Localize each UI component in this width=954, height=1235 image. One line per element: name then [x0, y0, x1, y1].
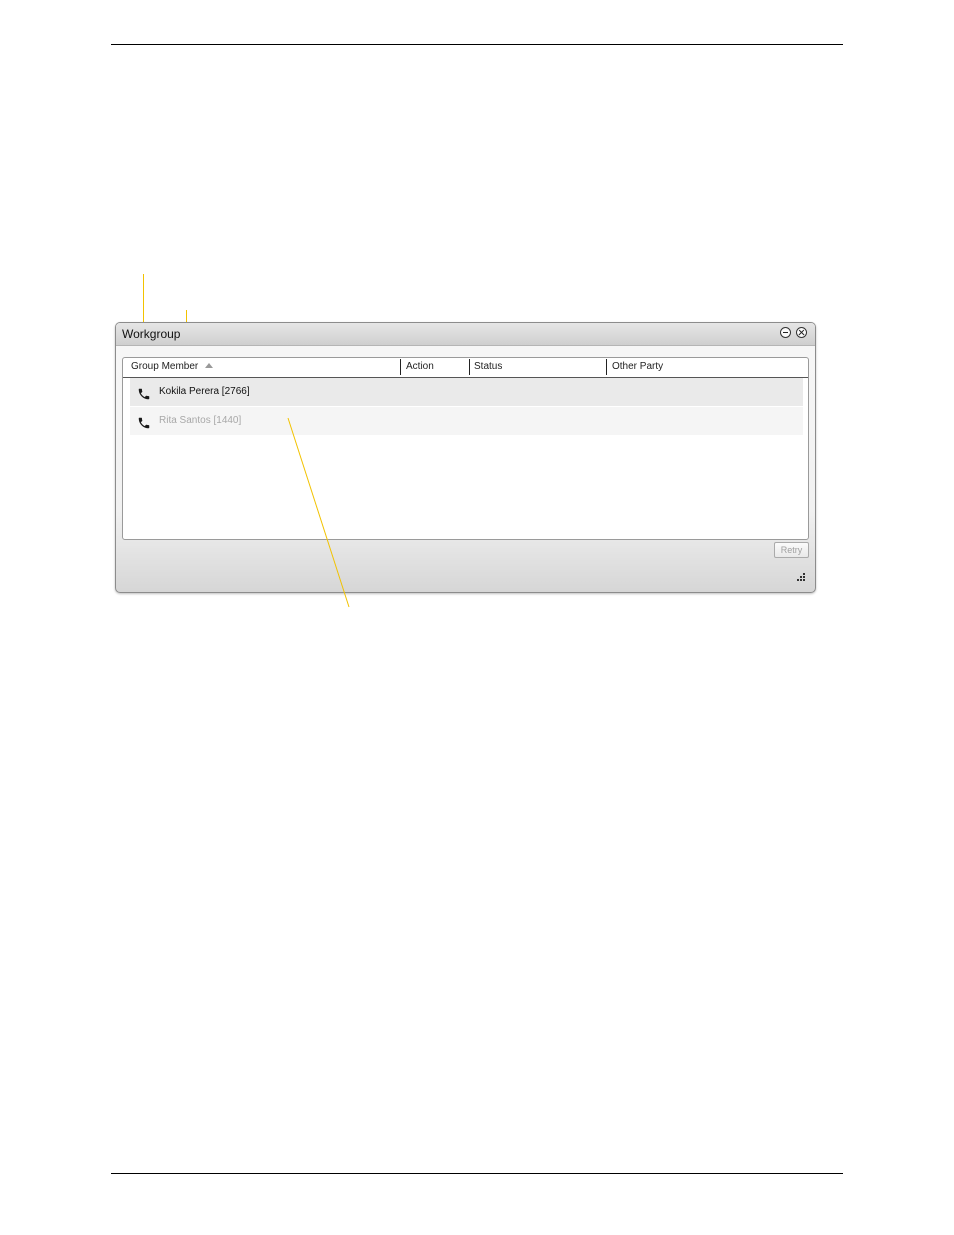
column-header-status[interactable]: Status: [474, 361, 502, 372]
workgroup-window: Workgroup Group Member Action Status Oth…: [115, 322, 816, 593]
table-row[interactable]: Kokila Perera [2766]: [130, 378, 803, 406]
member-name: Rita Santos [1440]: [159, 415, 242, 426]
callout-line-inactive: [287, 417, 350, 608]
resize-grip-icon[interactable]: [796, 573, 806, 583]
column-header-action[interactable]: Action: [406, 361, 434, 372]
phone-icon: [138, 388, 150, 400]
column-header-group-member[interactable]: Group Member: [131, 361, 214, 372]
close-icon[interactable]: [796, 327, 807, 338]
column-divider[interactable]: [400, 359, 401, 375]
window-titlebar[interactable]: Workgroup: [116, 323, 815, 346]
retry-button[interactable]: Retry: [774, 542, 809, 558]
minimize-icon[interactable]: [780, 327, 791, 338]
sort-ascending-icon: [205, 363, 214, 368]
column-divider[interactable]: [469, 359, 470, 375]
window-title: Workgroup: [122, 327, 181, 341]
page-footer-rule: [111, 1173, 843, 1174]
member-name: Kokila Perera [2766]: [159, 386, 250, 397]
table-header: Group Member Action Status Other Party: [123, 358, 808, 378]
member-table: Group Member Action Status Other Party K…: [122, 357, 809, 540]
page-header-rule: [111, 44, 843, 45]
column-header-other-party[interactable]: Other Party: [612, 361, 663, 372]
phone-icon: [138, 417, 150, 429]
table-row[interactable]: Rita Santos [1440]: [130, 407, 803, 435]
column-divider[interactable]: [606, 359, 607, 375]
